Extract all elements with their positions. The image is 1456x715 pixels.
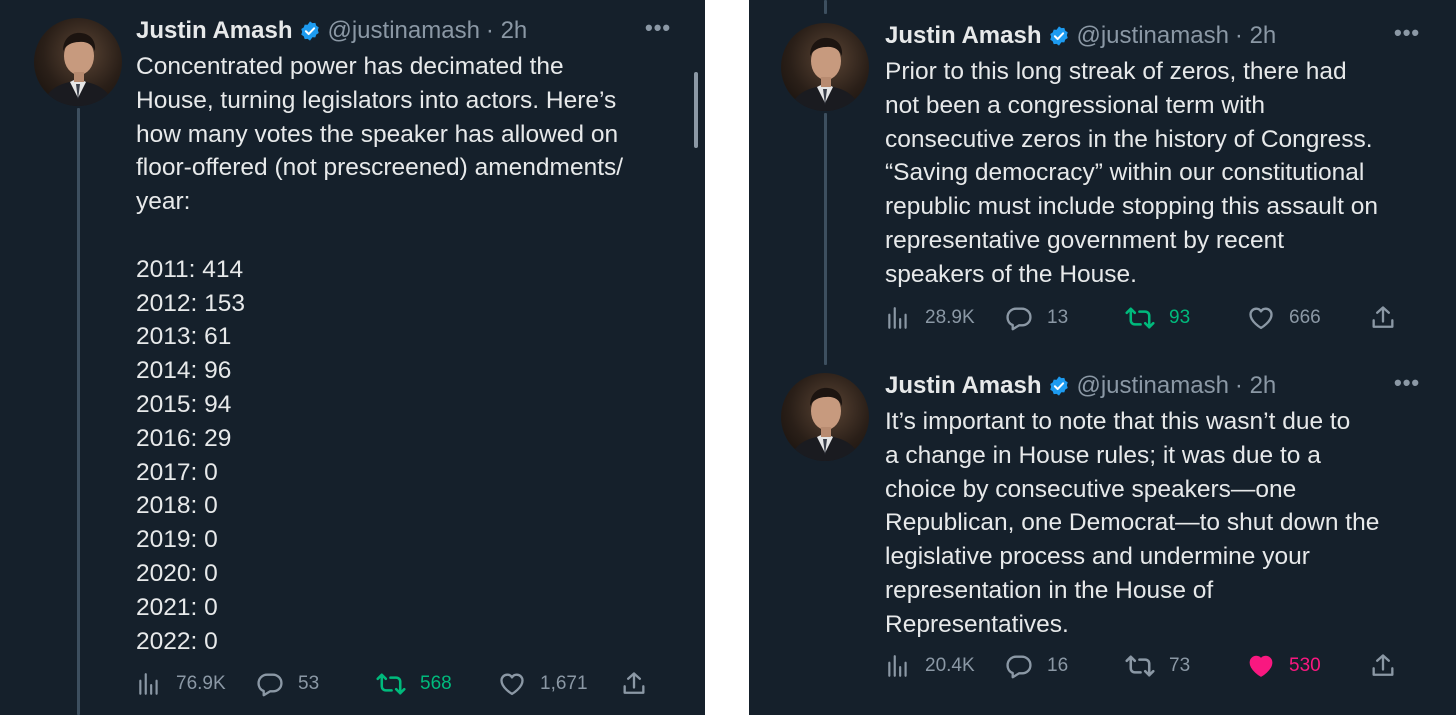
retweet-icon [1125,304,1169,332]
more-options-icon[interactable]: ••• [1394,372,1420,394]
timestamp[interactable]: · 2h [1235,22,1276,50]
tweet-panel-left: Justin Amash @justinamash · 2h ••• Conce… [0,0,705,715]
share-icon [620,670,662,698]
retweet-icon [376,670,420,698]
tweet-header: Justin Amash @justinamash · 2h [885,369,1276,403]
views-count: 20.4K [925,655,975,676]
reply-count: 16 [1047,655,1069,676]
thread-line [824,113,827,365]
author-handle[interactable]: @justinamash [1076,22,1228,50]
retweet-button[interactable]: 93 [1125,302,1190,334]
views-button[interactable]: 20.4K [885,650,975,682]
retweet-count: 93 [1169,307,1191,328]
retweet-icon [1125,652,1169,680]
retweet-count: 568 [420,673,452,694]
tweet-header: Justin Amash @justinamash · 2h [136,14,527,48]
like-count: 666 [1289,307,1321,328]
views-icon [885,653,925,679]
heart-filled-icon [1247,652,1289,680]
like-button[interactable]: 666 [1247,302,1321,334]
thread-line [77,108,80,715]
more-options-icon[interactable]: ••• [1394,22,1420,44]
share-icon [1369,304,1411,332]
share-button[interactable] [1369,302,1411,334]
avatar[interactable] [781,373,869,461]
retweet-count: 73 [1169,655,1191,676]
views-count: 76.9K [176,673,226,694]
author-name[interactable]: Justin Amash [136,17,292,45]
verified-badge-icon [1048,375,1070,397]
timestamp[interactable]: · 2h [1235,372,1276,400]
tweet-header: Justin Amash @justinamash · 2h [885,19,1276,53]
tweet-panel-right: Justin Amash @justinamash · 2h ••• Prior… [749,0,1456,715]
thread-line [824,0,827,14]
timestamp[interactable]: · 2h [486,17,527,45]
heart-icon [1247,304,1289,332]
reply-count: 13 [1047,307,1069,328]
author-name[interactable]: Justin Amash [885,22,1041,50]
like-count: 530 [1289,655,1321,676]
reply-button[interactable]: 13 [1005,302,1068,334]
retweet-button[interactable]: 568 [376,668,452,700]
share-button[interactable] [620,668,662,700]
reply-icon [256,670,298,698]
share-button[interactable] [1369,650,1411,682]
retweet-button[interactable]: 73 [1125,650,1190,682]
scrollbar[interactable] [694,72,698,148]
tweet-text: It’s important to note that this wasn’t … [885,408,1380,638]
views-count: 28.9K [925,307,975,328]
reply-icon [1005,652,1047,680]
tweet-text: Prior to this long streak of zeros, ther… [885,58,1379,288]
reply-count: 53 [298,673,320,694]
views-button[interactable]: 76.9K [136,668,226,700]
reply-button[interactable]: 16 [1005,650,1068,682]
views-button[interactable]: 28.9K [885,302,975,334]
like-count: 1,671 [540,673,588,694]
like-button[interactable]: 530 [1247,650,1321,682]
avatar[interactable] [781,23,869,111]
share-icon [1369,652,1411,680]
heart-icon [498,670,540,698]
reply-icon [1005,304,1047,332]
views-icon [885,305,925,331]
avatar[interactable] [34,18,122,106]
author-name[interactable]: Justin Amash [885,372,1041,400]
views-icon [136,671,176,697]
like-button[interactable]: 1,671 [498,668,588,700]
tweet-text: Concentrated power has decimated the Hou… [136,53,624,655]
verified-badge-icon [1048,25,1070,47]
author-handle[interactable]: @justinamash [1076,372,1228,400]
verified-badge-icon [299,20,321,42]
reply-button[interactable]: 53 [256,668,319,700]
more-options-icon[interactable]: ••• [645,17,671,39]
author-handle[interactable]: @justinamash [327,17,479,45]
